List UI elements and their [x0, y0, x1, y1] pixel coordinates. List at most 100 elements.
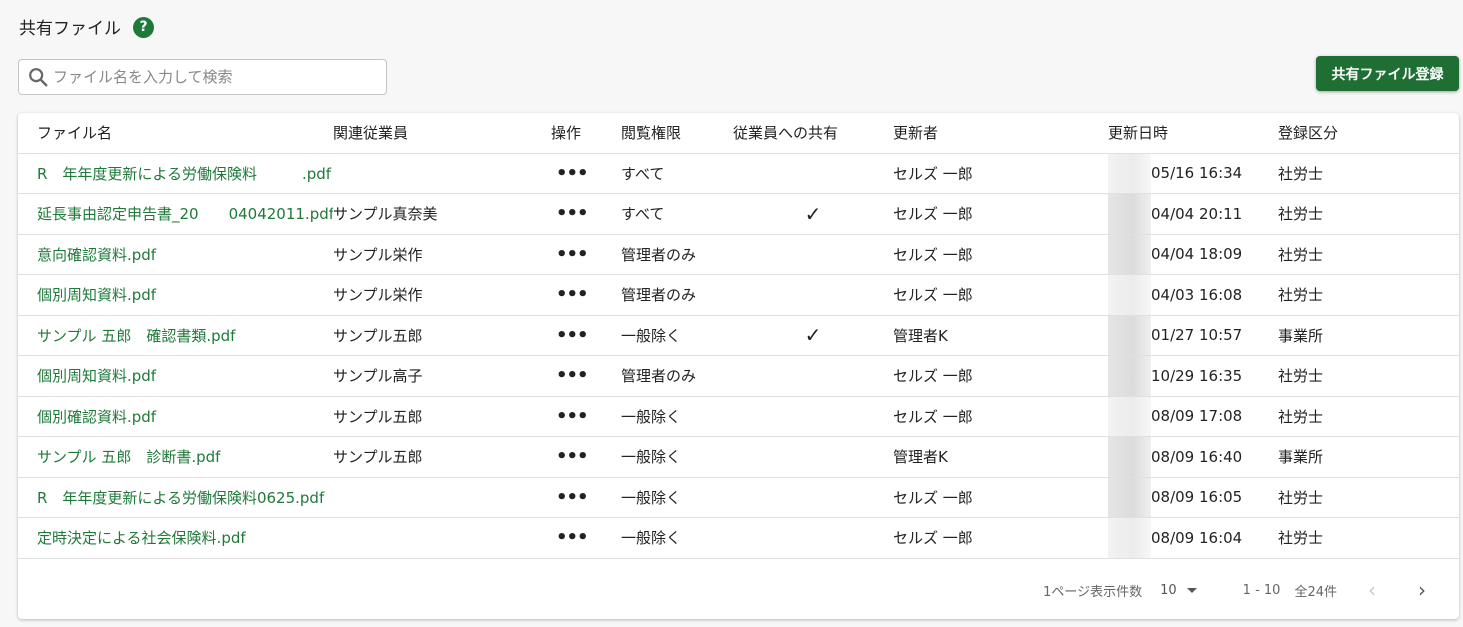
file-name-link[interactable]: 個別周知資料.pdf	[18, 355, 333, 397]
employee-cell	[333, 517, 551, 559]
more-options-icon[interactable]: •••	[551, 153, 621, 194]
more-options-icon[interactable]: •••	[551, 477, 621, 518]
rows-per-page-label: 1ページ表示件数	[1043, 584, 1143, 600]
more-options-icon[interactable]: •••	[551, 396, 621, 437]
redacted-mask	[1108, 477, 1151, 517]
updater-cell: セルズ 一郎	[893, 477, 1108, 518]
employee-cell: サンプル真奈美	[333, 193, 551, 235]
category-cell: 社労士	[1278, 234, 1459, 275]
next-page-icon[interactable]: ›	[1407, 575, 1437, 605]
redacted-mask	[1108, 153, 1151, 193]
header-share[interactable]: 従業員への共有	[733, 113, 893, 154]
category-cell: 社労士	[1278, 396, 1459, 437]
table-row[interactable]: R 年年度更新による労働保険料0625.pdf ••• 一般除く セルズ 一郎 08/0…	[18, 477, 1459, 518]
employee-cell: サンプル五郎	[333, 315, 551, 356]
category-cell: 社労士	[1278, 517, 1459, 559]
updated-at-cell: 01/27 10:57	[1108, 315, 1278, 356]
updated-at-cell: 08/09 17:08	[1108, 396, 1278, 437]
updated-at-cell: 04/04 20:11	[1108, 193, 1278, 235]
category-cell: 社労士	[1278, 477, 1459, 518]
table-row[interactable]: 延長事由認定申告書_20 04042011.pdf サンプル真奈美 ••• すべて ✓ セ…	[18, 193, 1459, 235]
permission-cell: 一般除く	[621, 436, 733, 478]
help-icon[interactable]: ?	[133, 16, 154, 38]
header-employee[interactable]: 関連従業員	[333, 113, 551, 154]
file-name-link[interactable]: 定時決定による社会保険料.pdf	[18, 517, 333, 559]
file-name-link[interactable]: R 年年度更新による労働保険料0625.pdf	[18, 477, 333, 518]
more-options-icon[interactable]: •••	[551, 193, 621, 235]
permission-cell: 一般除く	[621, 517, 733, 559]
redacted-mask	[1108, 315, 1151, 355]
redacted-mask	[1108, 437, 1151, 477]
redacted-mask	[1108, 194, 1151, 234]
header-updated-at[interactable]: 更新日時	[1108, 113, 1278, 154]
more-options-icon[interactable]: •••	[551, 315, 621, 356]
updated-at-cell: 08/09 16:05	[1108, 477, 1278, 518]
updated-at-text: 04/03 16:08	[1151, 285, 1243, 304]
search-input[interactable]	[53, 68, 373, 86]
file-name-link[interactable]: 個別確認資料.pdf	[18, 396, 333, 437]
updater-cell: セルズ 一郎	[893, 355, 1108, 397]
updated-at-text: 04/04 18:09	[1151, 245, 1243, 264]
prev-page-icon[interactable]: ‹	[1357, 575, 1387, 605]
table-row[interactable]: 意向確認資料.pdf サンプル栄作 ••• 管理者のみ セルズ 一郎 04/04 18:0…	[18, 234, 1459, 275]
redacted-mask	[1108, 275, 1151, 315]
search-box[interactable]	[18, 59, 387, 95]
header-category[interactable]: 登録区分	[1278, 113, 1459, 154]
page-title-text: 共有ファイル	[19, 19, 121, 39]
permission-cell: 一般除く	[621, 477, 733, 518]
share-check-icon	[733, 153, 893, 194]
table-row[interactable]: サンプル 五郎 確認書類.pdf サンプル五郎 ••• 一般除く ✓ 管理者K 01/27 …	[18, 315, 1459, 356]
category-cell: 事業所	[1278, 436, 1459, 478]
share-check-icon: ✓	[733, 193, 893, 235]
updater-cell: セルズ 一郎	[893, 274, 1108, 316]
share-check-icon	[733, 274, 893, 316]
table-row[interactable]: サンプル 五郎 診断書.pdf サンプル五郎 ••• 一般除く 管理者K 08/09 16…	[18, 436, 1459, 478]
header-file-name[interactable]: ファイル名	[18, 113, 333, 154]
category-cell: 社労士	[1278, 193, 1459, 235]
header-ops: 操作	[551, 113, 621, 154]
share-check-icon	[733, 396, 893, 437]
updater-cell: セルズ 一郎	[893, 193, 1108, 235]
table-row[interactable]: 定時決定による社会保険料.pdf ••• 一般除く セルズ 一郎 08/09 16:04…	[18, 517, 1459, 559]
chevron-down-icon	[1186, 587, 1197, 593]
updater-cell: セルズ 一郎	[893, 517, 1108, 559]
updater-cell: セルズ 一郎	[893, 234, 1108, 275]
category-cell: 事業所	[1278, 315, 1459, 356]
updated-at-text: 04/04 20:11	[1151, 204, 1243, 223]
redacted-mask	[1108, 518, 1151, 558]
search-icon	[29, 68, 48, 87]
more-options-icon[interactable]: •••	[551, 355, 621, 397]
file-name-link[interactable]: サンプル 五郎 診断書.pdf	[18, 436, 333, 478]
table-row[interactable]: 個別確認資料.pdf サンプル五郎 ••• 一般除く セルズ 一郎 08/09 17:08…	[18, 396, 1459, 437]
table-row[interactable]: R 年年度更新による労働保険料 .pdf ••• すべて セルズ 一郎 05/16 16…	[18, 153, 1459, 194]
table-row[interactable]: 個別周知資料.pdf サンプル栄作 ••• 管理者のみ セルズ 一郎 04/03 16:0…	[18, 274, 1459, 316]
file-name-link[interactable]: 意向確認資料.pdf	[18, 234, 333, 275]
file-name-link[interactable]: R 年年度更新による労働保険料 .pdf	[18, 153, 333, 194]
updated-at-cell: 08/09 16:04	[1108, 517, 1278, 559]
table-row[interactable]: 個別周知資料.pdf サンプル高子 ••• 管理者のみ セルズ 一郎 10/29 16:3…	[18, 355, 1459, 397]
employee-cell	[333, 477, 551, 518]
updater-cell: セルズ 一郎	[893, 396, 1108, 437]
category-cell: 社労士	[1278, 153, 1459, 194]
more-options-icon[interactable]: •••	[551, 274, 621, 316]
register-shared-file-button[interactable]: 共有ファイル登録	[1316, 56, 1459, 91]
file-name-link[interactable]: 個別周知資料.pdf	[18, 274, 333, 316]
permission-cell: 管理者のみ	[621, 274, 733, 316]
updated-at-text: 10/29 16:35	[1151, 366, 1243, 385]
more-options-icon[interactable]: •••	[551, 517, 621, 559]
more-options-icon[interactable]: •••	[551, 436, 621, 478]
rows-per-page-select[interactable]: 10	[1160, 583, 1197, 598]
header-permission[interactable]: 閲覧権限	[621, 113, 733, 154]
total-count: 全24件	[1294, 584, 1337, 600]
updated-at-text: 05/16 16:34	[1151, 164, 1243, 183]
updated-at-cell: 08/09 16:40	[1108, 436, 1278, 478]
file-name-link[interactable]: 延長事由認定申告書_20 04042011.pdf	[18, 193, 333, 235]
employee-cell: サンプル栄作	[333, 274, 551, 316]
permission-cell: 管理者のみ	[621, 355, 733, 397]
header-updater[interactable]: 更新者	[893, 113, 1108, 154]
category-cell: 社労士	[1278, 355, 1459, 397]
file-name-link[interactable]: サンプル 五郎 確認書類.pdf	[18, 315, 333, 356]
more-options-icon[interactable]: •••	[551, 234, 621, 275]
permission-cell: 一般除く	[621, 396, 733, 437]
share-check-icon	[733, 234, 893, 275]
